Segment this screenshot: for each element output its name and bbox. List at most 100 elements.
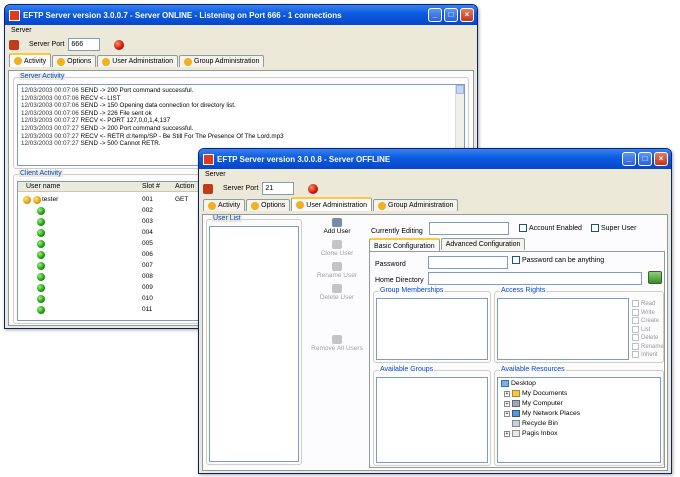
main-tabs: Activity Options User Administration Gro… bbox=[5, 53, 477, 67]
checkbox-box[interactable] bbox=[632, 334, 639, 341]
server-port-input[interactable] bbox=[262, 182, 295, 195]
toolbar: Server Port bbox=[5, 36, 477, 53]
desktop-icon bbox=[501, 380, 509, 387]
tab-user-administration[interactable]: User Administration bbox=[97, 55, 178, 67]
user-list[interactable] bbox=[209, 226, 299, 462]
group-memberships-list[interactable] bbox=[376, 298, 488, 360]
server-port-input[interactable] bbox=[68, 38, 101, 51]
account-enabled-box[interactable] bbox=[519, 224, 527, 232]
currently-editing-field bbox=[429, 222, 509, 235]
tab-options[interactable]: Options bbox=[246, 199, 291, 211]
stop-server-icon[interactable] bbox=[114, 39, 125, 50]
tree-item-pagis-inbox[interactable]: + Pagis Inbox bbox=[504, 430, 558, 437]
maximize-button[interactable]: □ bbox=[638, 152, 652, 166]
expand-icon[interactable]: + bbox=[504, 400, 510, 407]
tree-item-desktop[interactable]: Desktop bbox=[501, 380, 536, 387]
user-list-group: User List bbox=[206, 215, 302, 465]
log-line: 12/03/2003 00:07:27 RECV <- RETR d:/temp… bbox=[21, 133, 461, 141]
group-memberships-label: Group Memberships bbox=[379, 287, 445, 294]
remove-all-users-button[interactable]: Remove All Users bbox=[307, 335, 367, 352]
scroll-up-arrow[interactable] bbox=[456, 85, 464, 94]
log-message: RECV <- PORT 127,0,0,1,4,137 bbox=[80, 117, 171, 125]
add-user-button[interactable]: Add User bbox=[307, 218, 367, 235]
log-message: SEND -> 200 Port command successful. bbox=[80, 124, 194, 132]
log-message: SEND -> 226 File sent ok bbox=[80, 109, 152, 117]
expand-icon[interactable]: + bbox=[504, 430, 510, 437]
available-groups-list[interactable] bbox=[376, 377, 488, 463]
tab-user-administration[interactable]: User Administration bbox=[291, 197, 372, 211]
log-message: SEND -> 500 Cannot RETR. bbox=[80, 140, 161, 148]
checkbox-box[interactable] bbox=[632, 342, 639, 350]
maximize-button[interactable]: □ bbox=[444, 8, 458, 22]
server-tool-icon[interactable] bbox=[9, 39, 19, 50]
right-label: Rename bbox=[641, 343, 664, 350]
subtab-advanced-configuration[interactable]: Advanced Configuration bbox=[440, 238, 526, 250]
right-write-checkbox[interactable]: Write bbox=[632, 308, 655, 316]
super-user-checkbox[interactable]: Super User bbox=[591, 224, 636, 232]
cell-user: tester bbox=[42, 196, 59, 203]
col-slot[interactable]: Slot # bbox=[142, 182, 160, 192]
tab-group-administration[interactable]: Group Administration bbox=[179, 55, 265, 67]
col-action[interactable]: Action bbox=[175, 182, 194, 192]
add-user-icon bbox=[332, 218, 342, 227]
menu-server[interactable]: Server bbox=[199, 169, 671, 180]
minimize-button[interactable]: _ bbox=[428, 8, 442, 22]
main-tabs: Activity Options User Administration Gro… bbox=[199, 197, 671, 211]
cell-slot: 009 bbox=[142, 284, 153, 291]
password-label: Password bbox=[375, 261, 406, 268]
right-list-checkbox[interactable]: List bbox=[632, 325, 650, 333]
close-button[interactable]: × bbox=[654, 152, 668, 166]
tree-item-my-documents[interactable]: + My Documents bbox=[504, 390, 567, 397]
home-directory-input[interactable] bbox=[428, 272, 642, 285]
checkbox-box[interactable] bbox=[632, 317, 639, 324]
right-create-checkbox[interactable]: Create bbox=[632, 317, 659, 324]
cell-slot: 007 bbox=[142, 262, 153, 269]
cell-slot: 001 bbox=[142, 196, 153, 203]
delete-user-icon bbox=[332, 284, 342, 293]
password-anything-box[interactable] bbox=[512, 256, 520, 264]
checkbox-box[interactable] bbox=[632, 351, 639, 358]
server-window-offline: EFTP Server version 3.0.0.8 - Server OFF… bbox=[198, 148, 672, 474]
checkbox-box[interactable] bbox=[632, 300, 639, 307]
right-delete-checkbox[interactable]: Delete bbox=[632, 334, 658, 341]
checkbox-box[interactable] bbox=[632, 308, 639, 316]
tab-group-administration[interactable]: Group Administration bbox=[373, 199, 459, 211]
tab-activity[interactable]: Activity bbox=[9, 53, 52, 67]
group-memberships-group: Group Memberships bbox=[373, 287, 491, 363]
tab-activity[interactable]: Activity bbox=[203, 199, 246, 211]
checkbox-box[interactable] bbox=[632, 325, 639, 333]
tree-item-my-computer[interactable]: + My Computer bbox=[504, 400, 563, 407]
subtab-basic-configuration[interactable]: Basic Configuration bbox=[369, 238, 440, 252]
right-rename-checkbox[interactable]: Rename bbox=[632, 342, 664, 350]
right-inherit-checkbox[interactable]: Inherit bbox=[632, 351, 658, 358]
server-tool-icon[interactable] bbox=[203, 183, 213, 194]
minimize-button[interactable]: _ bbox=[622, 152, 636, 166]
expand-icon[interactable]: + bbox=[504, 410, 510, 417]
col-user-name[interactable]: User name bbox=[26, 182, 60, 192]
user-list-label: User List bbox=[212, 215, 242, 222]
menu-server[interactable]: Server bbox=[5, 25, 477, 36]
right-read-checkbox[interactable]: Read bbox=[632, 300, 655, 307]
tree-item-my-network-places[interactable]: + My Network Places bbox=[504, 410, 580, 417]
resources-tree[interactable]: Desktop + My Documents + My Computer + My N… bbox=[497, 377, 661, 463]
password-anything-checkbox[interactable]: Password can be anything bbox=[512, 256, 604, 264]
account-enabled-checkbox[interactable]: Account Enabled bbox=[519, 224, 582, 232]
slot-status-icon bbox=[37, 273, 45, 281]
expand-icon[interactable]: + bbox=[504, 390, 510, 397]
home-directory-label: Home Directory bbox=[375, 277, 424, 284]
access-rights-list[interactable] bbox=[497, 298, 629, 360]
clone-user-button[interactable]: Clone User bbox=[307, 240, 367, 257]
start-server-icon[interactable] bbox=[308, 183, 319, 194]
user-icon bbox=[33, 196, 41, 204]
delete-user-button[interactable]: Delete User bbox=[307, 284, 367, 301]
title-bar[interactable]: EFTP Server version 3.0.0.7 - Server ONL… bbox=[5, 5, 477, 25]
rename-user-button[interactable]: Rename User bbox=[307, 262, 367, 279]
title-bar[interactable]: EFTP Server version 3.0.0.8 - Server OFF… bbox=[199, 149, 671, 169]
tab-options[interactable]: Options bbox=[52, 55, 97, 67]
password-input[interactable] bbox=[428, 256, 508, 269]
activity-icon bbox=[14, 57, 22, 65]
tree-item-recycle-bin[interactable]: Recycle Bin bbox=[512, 420, 558, 427]
close-button[interactable]: × bbox=[460, 8, 474, 22]
super-user-box[interactable] bbox=[591, 224, 599, 232]
browse-folder-icon[interactable] bbox=[648, 271, 662, 284]
